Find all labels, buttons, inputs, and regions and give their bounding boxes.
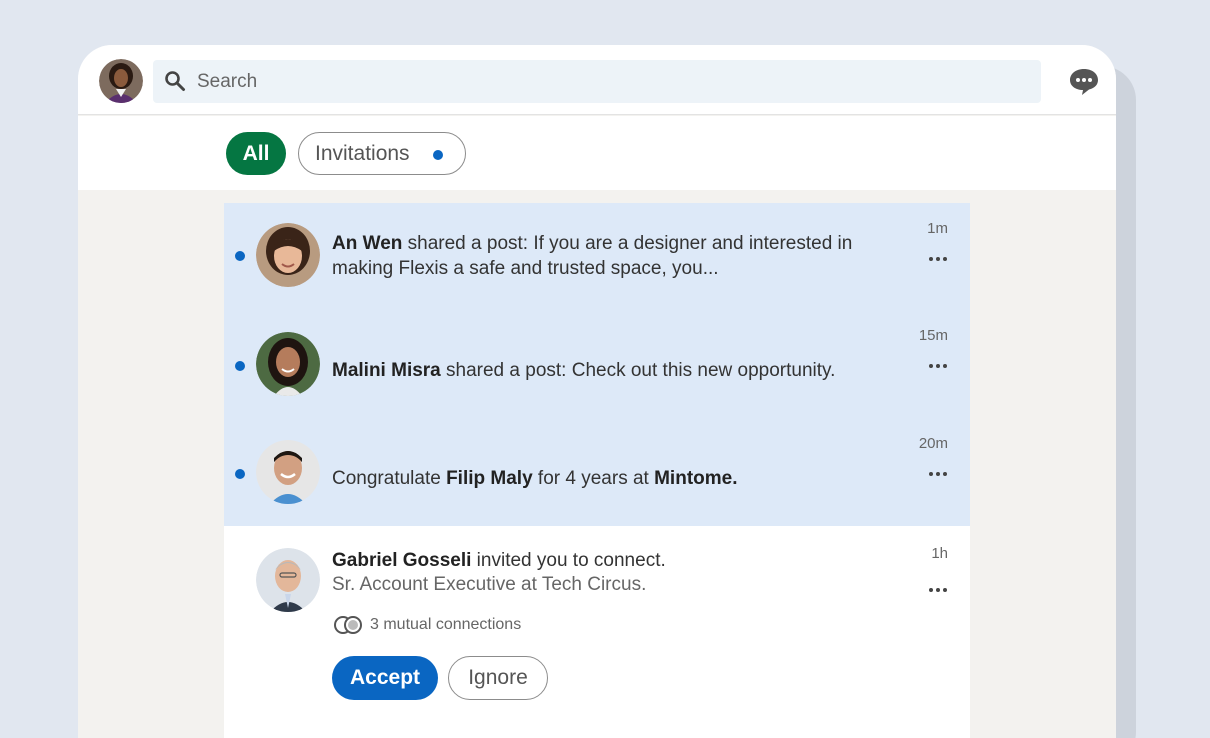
new-indicator-dot	[433, 150, 443, 160]
notification-item[interactable]: Malini Misra shared a post: Check out th…	[224, 310, 970, 418]
actor-name: An Wen	[332, 233, 403, 254]
notification-text: Malini Misra shared a post: Check out th…	[332, 360, 836, 381]
mutual-connections[interactable]: 3 mutual connections	[332, 614, 521, 636]
mutual-connections-icon	[332, 614, 364, 636]
more-options-icon[interactable]	[928, 250, 948, 261]
actor-name: Filip Maly	[446, 468, 533, 489]
unread-dot	[235, 361, 245, 371]
mutual-connections-label: 3 mutual connections	[370, 616, 522, 633]
notifications-list: An Wen shared a post: If you are a desig…	[224, 203, 970, 738]
notification-item[interactable]: An Wen shared a post: If you are a desig…	[224, 203, 970, 310]
avatar[interactable]	[256, 548, 320, 612]
notification-text: An Wen shared a post: If you are a desig…	[332, 233, 853, 279]
filter-invitations-pill[interactable]: Invitations	[298, 132, 466, 175]
search-icon	[164, 70, 186, 92]
top-bar	[78, 45, 1116, 115]
inviter-headline: Sr. Account Executive at Tech Circus.	[332, 574, 647, 595]
invitation-text: Gabriel Gosseli invited you to connect.	[332, 550, 666, 571]
more-options-icon[interactable]	[928, 357, 948, 368]
profile-avatar[interactable]	[99, 59, 143, 103]
more-options-icon[interactable]	[928, 465, 948, 476]
unread-dot	[235, 251, 245, 261]
avatar[interactable]	[256, 223, 320, 287]
accept-button[interactable]: Accept	[332, 656, 438, 700]
filter-bar: All Invitations	[78, 116, 1116, 190]
app-window: All Invitations An Wen shared a post: If…	[78, 45, 1116, 738]
search-input[interactable]	[197, 60, 977, 103]
avatar[interactable]	[256, 332, 320, 396]
company-name: Mintome.	[654, 468, 738, 489]
timestamp: 15m	[918, 327, 948, 344]
timestamp: 1m	[927, 220, 948, 237]
unread-dot	[235, 469, 245, 479]
invitation-item[interactable]: Gabriel Gosseli invited you to connect. …	[224, 526, 970, 738]
ignore-button[interactable]: Ignore	[448, 656, 548, 700]
more-options-icon[interactable]	[928, 581, 948, 592]
invitations-label: Invitations	[315, 141, 410, 165]
actor-name: Malini Misra	[332, 360, 441, 381]
filter-all-pill[interactable]: All	[226, 132, 286, 175]
timestamp: 1h	[931, 545, 948, 562]
inviter-name: Gabriel Gosseli	[332, 550, 472, 571]
notification-text: Congratulate Filip Maly for 4 years at M…	[332, 468, 738, 489]
search-bar[interactable]	[153, 60, 1041, 103]
timestamp: 20m	[918, 435, 948, 452]
avatar[interactable]	[256, 440, 320, 504]
messaging-icon[interactable]	[1068, 67, 1100, 97]
notification-item[interactable]: Congratulate Filip Maly for 4 years at M…	[224, 418, 970, 526]
